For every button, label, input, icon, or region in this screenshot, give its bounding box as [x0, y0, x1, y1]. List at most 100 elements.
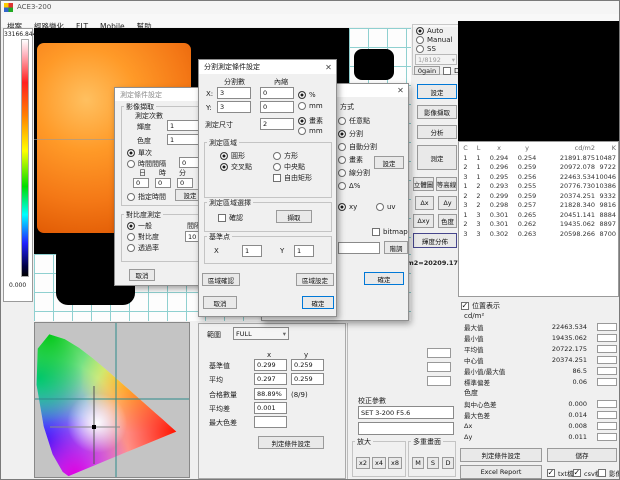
judge-condition-button2[interactable]: 判定條件設定 — [258, 436, 324, 449]
checkbox-confirm[interactable]: 確認 — [218, 213, 243, 223]
multi-d-button[interactable]: D — [442, 457, 454, 469]
chroma-button[interactable]: 色度 — [438, 214, 457, 228]
table-row[interactable]: 130.3010.26520451.1418884 — [459, 210, 618, 220]
pass-count-field: 88.89% — [254, 388, 287, 400]
base-x-field[interactable]: 0.299 — [254, 359, 287, 371]
radio-mode-option[interactable]: Δ% — [338, 179, 408, 192]
settings-ok-button[interactable]: 確定 — [364, 272, 404, 285]
dialog-cond-titlebar[interactable]: 測定條件設定 — [115, 88, 209, 101]
radio-pixel[interactable]: 畫素 — [298, 116, 323, 126]
stat-label: 平均值 — [464, 344, 484, 354]
table-row[interactable]: 230.3010.26219435.0628897 — [459, 220, 618, 230]
capture-image-button[interactable]: 影像擷取 — [417, 105, 457, 119]
hour-field[interactable]: 0 — [155, 178, 171, 188]
dialog-split-measure: 分割測定條件設定 ✕ 分割數 內縮 X: 3 0 Y: 3 0 % mm 測定尺… — [198, 59, 337, 317]
radio-timer[interactable]: 指定時間 — [127, 192, 166, 202]
radio-uv[interactable]: uv — [376, 203, 396, 211]
contour-button[interactable]: 等高線 — [436, 177, 457, 191]
size-label: 測定尺寸 — [205, 121, 233, 130]
multi-s-button[interactable]: S — [427, 457, 439, 469]
save-button[interactable]: 儲存 — [547, 448, 617, 462]
radio-manual[interactable]: Manual — [416, 36, 452, 44]
size-field[interactable]: 2 — [260, 118, 294, 130]
delta-xy-button[interactable]: Δxy — [413, 214, 434, 228]
table-row[interactable]: 320.2980.25721828.3409816 — [459, 201, 618, 211]
checkbox-position-display[interactable]: 位置表示 — [461, 301, 500, 311]
delta-x-button[interactable]: Δx — [415, 196, 434, 210]
radio-square[interactable]: 方形 — [273, 151, 298, 161]
radio-mm2[interactable]: mm — [298, 127, 323, 135]
radio-ss[interactable]: SS — [416, 45, 436, 53]
day-field[interactable]: 0 — [133, 178, 149, 188]
checkbox-txt[interactable]: txt檔 — [547, 468, 573, 478]
camera-preview[interactable] — [458, 21, 619, 141]
base-y-field[interactable]: 1 — [294, 245, 314, 257]
base-x-field[interactable]: 1 — [242, 245, 262, 257]
cond-cancel-button[interactable]: 取消 — [129, 269, 155, 281]
table-row[interactable]: 310.2950.25622463.53410046 — [459, 172, 618, 182]
x-div-field[interactable]: 3 — [217, 87, 251, 99]
zoom-x8-button[interactable]: x8 — [388, 457, 402, 469]
area-confirm-button[interactable]: 區域確認 — [202, 273, 240, 286]
radio-single[interactable]: 單次 — [127, 148, 152, 158]
shutter-select[interactable]: 1/8192▾ — [415, 54, 457, 65]
dialog-split-titlebar[interactable]: 分割測定條件設定 ✕ — [199, 60, 336, 74]
table-row[interactable]: 220.2990.25920374.2519332 — [459, 191, 618, 201]
base-y-field[interactable]: 0.259 — [291, 359, 324, 371]
app-icon — [4, 3, 13, 12]
radio-mode-option[interactable]: 任意點 — [338, 114, 408, 127]
luminance-dist-button[interactable]: 輝度分佈 — [413, 233, 457, 248]
cancel-button[interactable]: 取消 — [203, 296, 237, 309]
table-row[interactable]: 210.2960.25920972.0789722 — [459, 163, 618, 173]
range-select[interactable]: FULL▾ — [233, 327, 289, 340]
y-inner-field[interactable]: 0 — [260, 101, 294, 113]
radio-cross[interactable]: 交叉點 — [220, 162, 252, 172]
table-row[interactable]: 120.2930.25520776.73010386 — [459, 182, 618, 192]
table-cell: 1 — [472, 163, 485, 171]
radio-interval[interactable]: 時間間隔 — [127, 159, 166, 169]
radio-contrast[interactable]: 對比度 — [127, 232, 159, 242]
stat-row: Δy0.011 — [458, 431, 619, 442]
radio-trans[interactable]: 透過率 — [127, 243, 159, 253]
radio-mode-option[interactable]: 分割 — [338, 127, 408, 140]
x-inner-field[interactable]: 0 — [260, 87, 294, 99]
checkbox-free-rect[interactable]: 自由矩形 — [273, 173, 312, 183]
zoom-x4-button[interactable]: x4 — [372, 457, 386, 469]
judge-condition-button[interactable]: 判定條件設定 — [460, 448, 542, 462]
table-cell: y — [513, 144, 541, 152]
measure-button[interactable]: 測定 — [417, 145, 457, 170]
ok-button[interactable]: 確定 — [302, 296, 334, 309]
radio-center[interactable]: 中央點 — [273, 162, 305, 172]
excel-report-button[interactable]: Excel Report — [460, 465, 542, 479]
radio-percent[interactable]: % — [298, 91, 316, 99]
radio-auto[interactable]: Auto — [416, 27, 443, 35]
checkbox-image[interactable]: 影像檔 — [598, 468, 620, 478]
multi-m-button[interactable]: M — [412, 457, 424, 469]
delta-y-button[interactable]: Δy — [438, 196, 457, 210]
analyze-button[interactable]: 分析 — [417, 125, 457, 139]
color-scale-bar — [21, 39, 29, 277]
tone-field[interactable] — [338, 242, 380, 254]
close-icon[interactable]: ✕ — [323, 62, 334, 73]
table-row[interactable]: 110.2940.25421891.87510487 — [459, 153, 618, 163]
radio-circle[interactable]: 圓形 — [220, 151, 245, 161]
gain-button[interactable]: 0gain — [414, 66, 440, 75]
stereo-button[interactable]: 立體圖 — [413, 177, 434, 191]
table-row[interactable]: 330.3020.26320598.2668700 — [459, 229, 618, 239]
radio-mm[interactable]: mm — [298, 102, 323, 110]
minute-field[interactable]: 0 — [177, 178, 193, 188]
checkbox-bitmap[interactable]: bitmap — [372, 228, 408, 236]
stat-label: 中心值 — [464, 355, 484, 365]
settings-button[interactable]: 設定 — [417, 84, 457, 99]
y-div-field[interactable]: 3 — [217, 101, 251, 113]
radio-xy[interactable]: xy — [338, 203, 357, 211]
close-icon[interactable]: ✕ — [395, 85, 406, 96]
radio-mode-option[interactable]: 自動分割 — [338, 140, 408, 153]
zoom-x2-button[interactable]: x2 — [356, 457, 370, 469]
radio-normal[interactable]: 一般 — [127, 221, 152, 231]
measure-table[interactable]: CLxycd/m2K110.2940.25421891.87510487210.… — [458, 141, 619, 297]
tone-button[interactable]: 階調 — [384, 241, 408, 254]
grab-button[interactable]: 擷取 — [276, 210, 312, 223]
area-set-button[interactable]: 區域設定 — [296, 273, 334, 286]
mode-set-button[interactable]: 設定 — [374, 156, 404, 169]
